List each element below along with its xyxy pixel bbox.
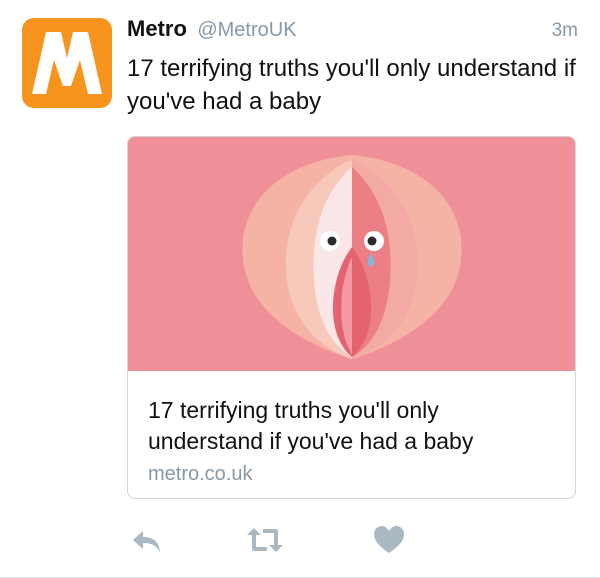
account-name[interactable]: Metro (127, 16, 187, 41)
like-icon (374, 526, 404, 553)
card-body: 17 terrifying truths you'll only underst… (148, 395, 558, 486)
timestamp[interactable]: 3m (552, 20, 578, 42)
link-card[interactable]: 17 terrifying truths you'll only underst… (127, 136, 576, 499)
tweet-header: Metro @MetroUK 3m (127, 16, 578, 44)
like-button[interactable] (371, 522, 411, 562)
tweet: Metro @MetroUK 3m 17 terrifying truths y… (0, 0, 600, 578)
retweet-icon (247, 528, 283, 552)
metro-logo-icon (32, 32, 102, 94)
card-domain[interactable]: metro.co.uk (148, 463, 558, 486)
card-title[interactable]: 17 terrifying truths you'll only underst… (148, 395, 558, 457)
reply-button[interactable] (129, 522, 169, 562)
retweet-button[interactable] (245, 522, 285, 562)
avatar[interactable] (22, 18, 112, 108)
account-handle[interactable]: @MetroUK (197, 19, 296, 41)
tweet-text: 17 terrifying truths you'll only underst… (127, 55, 576, 115)
card-illustration (128, 137, 575, 371)
card-image (128, 137, 575, 371)
reply-icon (133, 531, 160, 552)
tweet-actions (127, 522, 427, 562)
